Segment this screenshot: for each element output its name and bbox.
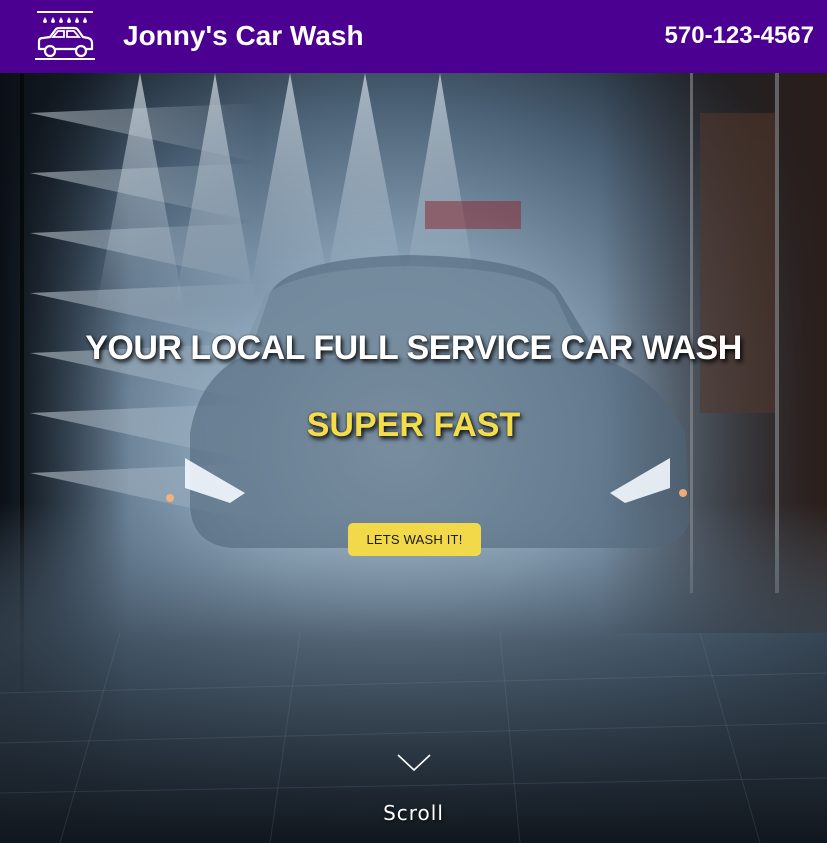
brand-name-link[interactable]: Jonny's Car Wash (123, 19, 364, 53)
top-navigation-bar: Jonny's Car Wash 570-123-4567 (0, 0, 827, 73)
page: Jonny's Car Wash 570-123-4567 YOUR LOCAL… (0, 0, 827, 843)
lets-wash-it-button[interactable]: LETS WASH IT! (348, 523, 481, 556)
car-in-wash-tunnel-photo (0, 73, 827, 843)
car-wash-icon[interactable] (33, 9, 97, 63)
hero-subtitle: SUPER FAST (306, 406, 521, 444)
hero-title: YOUR LOCAL FULL SERVICE CAR WASH (85, 329, 742, 367)
phone-number-link[interactable]: 570-123-4567 (665, 21, 814, 51)
chevron-down-icon[interactable] (396, 753, 432, 773)
hero-section: YOUR LOCAL FULL SERVICE CAR WASH SUPER F… (0, 73, 827, 843)
scroll-label[interactable]: Scroll (0, 801, 827, 825)
